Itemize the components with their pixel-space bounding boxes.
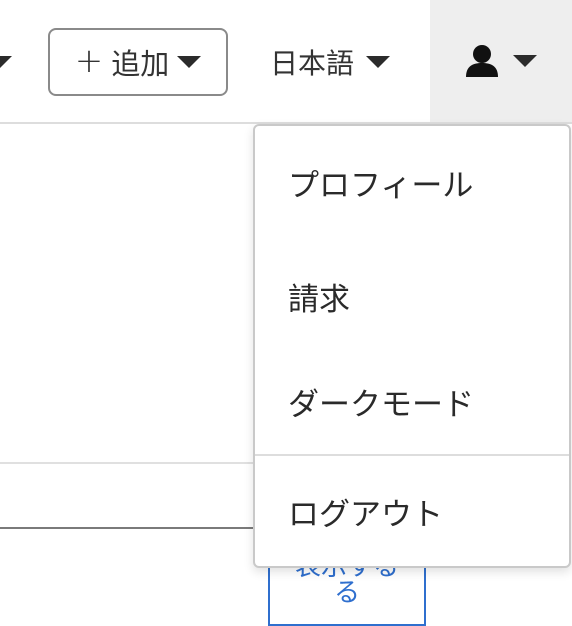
content-divider xyxy=(0,462,258,464)
menu-item-label: ダークモード xyxy=(288,386,474,423)
user-menu-button[interactable] xyxy=(430,0,572,122)
menu-item-logout[interactable]: ログアウト xyxy=(255,461,569,561)
menu-item-dark-mode[interactable]: ダークモード xyxy=(255,351,569,451)
chevron-down-icon xyxy=(177,56,202,68)
language-selector[interactable]: 日本語 xyxy=(270,40,391,84)
chevron-down-icon xyxy=(513,55,537,67)
menu-item-label: 請求 xyxy=(288,281,350,318)
menu-item-label: プロフィール xyxy=(288,167,474,204)
table-row-border xyxy=(0,527,258,529)
menu-divider xyxy=(255,454,569,456)
plus-icon: + xyxy=(74,40,104,81)
user-dropdown-menu: プロフィール 請求 ダークモード ログアウト xyxy=(253,124,571,568)
language-label: 日本語 xyxy=(270,47,355,80)
menu-item-billing[interactable]: 請求 xyxy=(255,246,569,346)
user-icon xyxy=(465,44,499,78)
menu-item-profile[interactable]: プロフィール xyxy=(255,132,569,232)
top-navigation-bar: + 追加 日本語 xyxy=(0,0,572,124)
view-button-label: る xyxy=(333,578,360,608)
add-button[interactable]: + 追加 xyxy=(48,28,228,96)
view-button[interactable]: 表示する る xyxy=(268,566,426,626)
add-button-label: 追加 xyxy=(111,47,170,81)
chevron-down-icon xyxy=(366,56,391,68)
chevron-down-icon[interactable] xyxy=(0,56,12,68)
menu-item-label: ログアウト xyxy=(288,496,443,533)
